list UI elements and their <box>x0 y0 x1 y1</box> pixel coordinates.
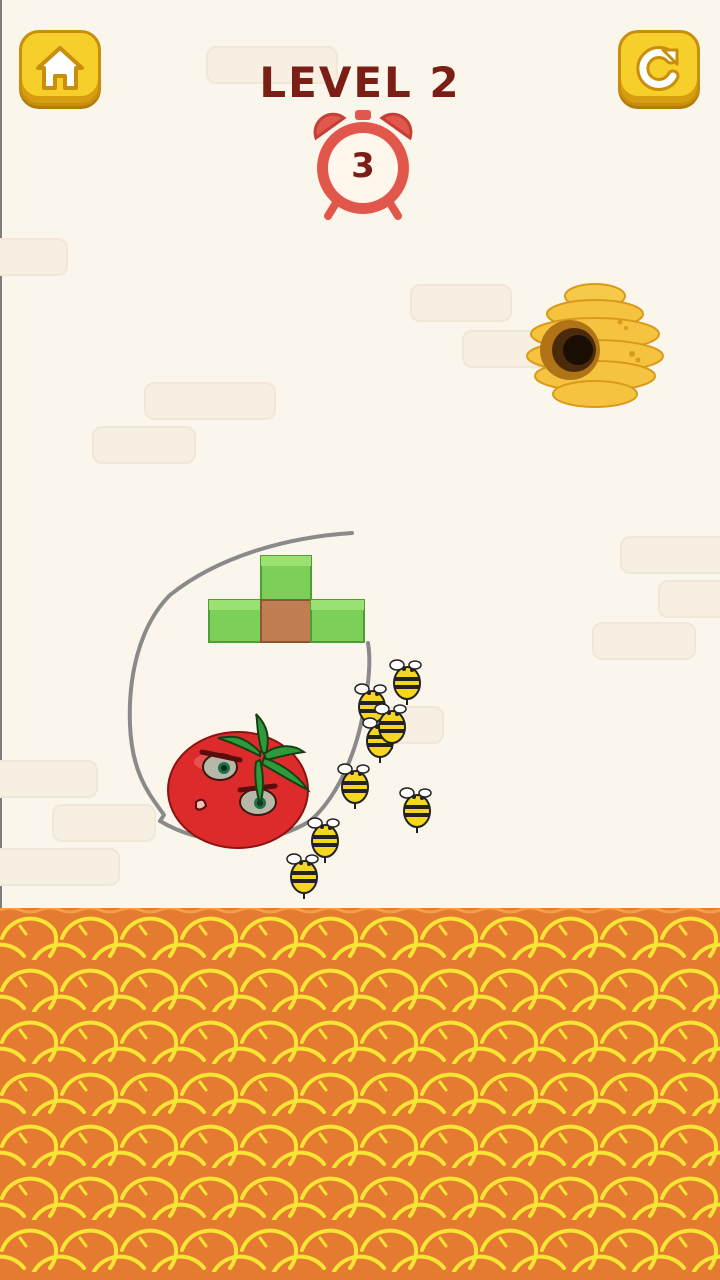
bee <box>285 852 320 900</box>
bg-brick <box>144 382 276 420</box>
bg-brick <box>0 848 120 886</box>
block-group <box>208 555 365 643</box>
bee <box>336 762 371 811</box>
timer-value: 3 <box>351 146 375 186</box>
timer: 3 <box>298 108 428 223</box>
bee <box>388 658 423 707</box>
dirt-block <box>260 599 312 643</box>
bg-brick <box>410 284 512 322</box>
bee-swarm <box>285 658 433 900</box>
bg-brick <box>620 536 720 574</box>
lava-ground <box>0 908 720 1280</box>
bg-brick <box>658 580 720 618</box>
bg-brick <box>0 760 98 798</box>
level-title: LEVEL 2 <box>259 58 461 107</box>
beehive <box>526 283 664 408</box>
bg-brick <box>0 238 68 276</box>
grass-block <box>260 555 312 601</box>
bee <box>398 786 433 835</box>
grass-block <box>208 599 262 643</box>
bg-brick <box>592 622 696 660</box>
bg-brick <box>92 426 196 464</box>
game-stage[interactable]: LEVEL 2 3 <box>0 0 720 1280</box>
grass-block <box>310 599 365 643</box>
